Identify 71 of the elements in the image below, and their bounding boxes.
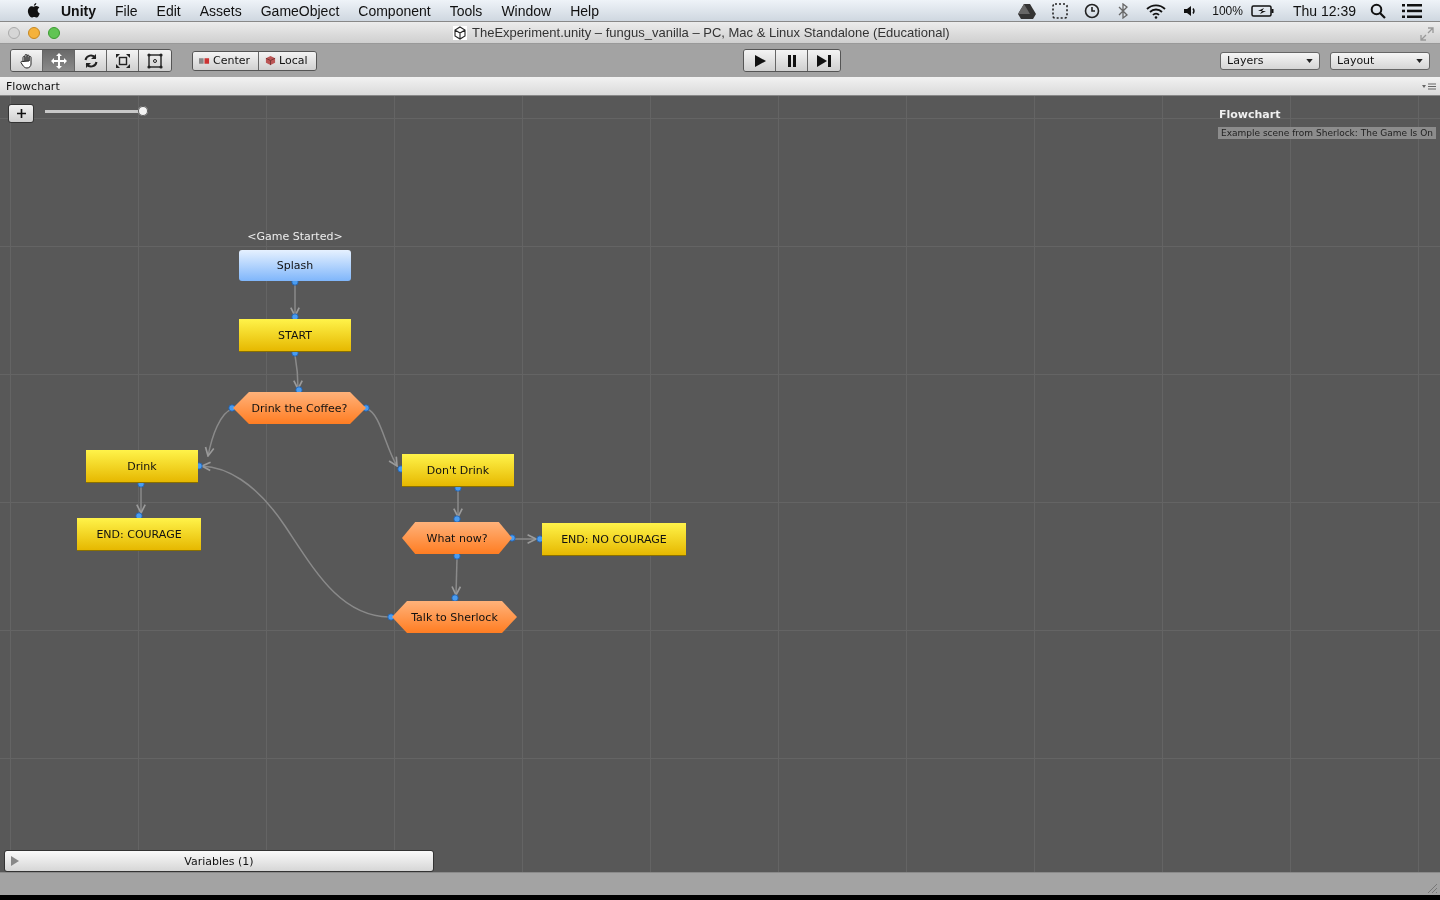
rect-tool-button[interactable]: [139, 50, 171, 71]
caret-icon: [1416, 58, 1423, 63]
dropdown[interactable]: Layers: [1220, 51, 1320, 70]
clock-icon[interactable]: [1084, 2, 1101, 19]
zoom-button[interactable]: [48, 26, 60, 39]
scale-icon: [114, 52, 131, 69]
local-toggle[interactable]: Local: [259, 51, 316, 70]
rect-handles-icon: [147, 52, 163, 69]
cube-icon: [265, 55, 277, 66]
menu-item[interactable]: File: [115, 2, 138, 19]
menu-item[interactable]: Help: [570, 2, 599, 19]
disclosure-triangle-icon[interactable]: [11, 856, 19, 866]
plus-icon: [16, 109, 26, 118]
flowchart-block[interactable]: END: COURAGE: [77, 518, 201, 550]
search-icon[interactable]: [1370, 2, 1386, 19]
flowchart-description: Example scene from Sherlock: The Game Is On: [1218, 127, 1436, 139]
menu-item[interactable]: Assets: [199, 2, 242, 19]
step-icon: [816, 53, 833, 68]
flowchart-block[interactable]: Drink the Coffee?: [233, 392, 366, 424]
flowchart-block[interactable]: Drink: [86, 450, 198, 482]
flowchart-block[interactable]: START: [239, 319, 351, 351]
connector-arrow: [508, 533, 544, 545]
connector-arrow: [289, 278, 301, 321]
connector-arrow: [135, 480, 147, 520]
flowchart-block[interactable]: Splash: [239, 250, 351, 281]
scale-tool-button[interactable]: [107, 50, 139, 71]
play-icon: [752, 53, 767, 68]
menu-item[interactable]: Edit: [156, 2, 181, 19]
variables-panel-header[interactable]: Variables (1): [4, 850, 434, 872]
menu-item[interactable]: Component: [358, 2, 431, 19]
menu-item[interactable]: Tools: [449, 2, 483, 19]
resize-grip-icon[interactable]: [1426, 882, 1438, 894]
drive-icon[interactable]: [1018, 2, 1037, 19]
connector-arrow: [451, 552, 462, 602]
caret-icon: [1306, 58, 1313, 63]
list-icon[interactable]: [1402, 2, 1422, 19]
hand-icon: [18, 52, 35, 69]
window-title: TheExperiment.unity – fungus_vanilla – PC, Mac & Linux Standalone (Educational): [472, 25, 950, 40]
connector-arrow: [291, 349, 303, 394]
flowchart-block[interactable]: Don't Drink: [402, 454, 514, 486]
move-arrows-icon: [50, 52, 67, 69]
hand-tool-button[interactable]: [11, 50, 43, 71]
flowchart-name: Flowchart: [1218, 108, 1281, 121]
battery-icon[interactable]: [1250, 3, 1275, 18]
menu-item[interactable]: GameObject: [260, 2, 340, 19]
dropdown[interactable]: Layout: [1330, 51, 1430, 70]
move-tool-button[interactable]: [43, 50, 75, 71]
apple-icon[interactable]: [26, 2, 41, 19]
connector-arrow: [204, 404, 236, 457]
flowchart-block[interactable]: What now?: [402, 522, 512, 554]
flowchart-block[interactable]: END: NO COURAGE: [542, 523, 686, 555]
play-button[interactable]: [744, 50, 777, 71]
battery-percent: 100%: [1212, 3, 1243, 18]
menu-item[interactable]: Window: [501, 2, 552, 19]
event-label: <Game Started>: [246, 230, 344, 243]
step-button[interactable]: [808, 50, 841, 71]
selection-icon[interactable]: [1052, 2, 1069, 19]
center-toggle[interactable]: Center: [193, 51, 260, 70]
cube-icon: [453, 25, 467, 40]
menu-icon[interactable]: [1422, 82, 1436, 90]
pause-button[interactable]: [776, 50, 809, 71]
connector-arrow: [452, 484, 464, 523]
rotate-arrows-icon: [82, 52, 99, 69]
menu-clock[interactable]: Thu 12:39: [1292, 2, 1356, 19]
pivot-icon: [199, 56, 210, 65]
flowchart-block[interactable]: Talk to Sherlock: [392, 601, 517, 633]
add-block-button[interactable]: [8, 104, 34, 123]
panel-tab[interactable]: Flowchart: [6, 79, 60, 93]
app-menu[interactable]: Unity: [61, 2, 96, 19]
rotate-tool-button[interactable]: [75, 50, 107, 71]
wifi-icon[interactable]: [1146, 2, 1167, 19]
